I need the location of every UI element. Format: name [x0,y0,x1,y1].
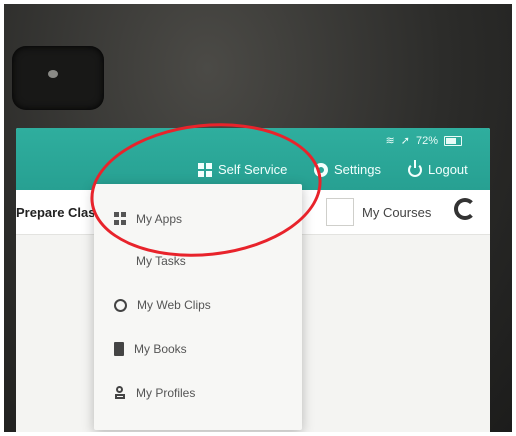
battery-percent: 72% [415,134,438,147]
device-photo: ≋ ➚ 72% Self Service Settings Logout Pre… [4,4,512,432]
menu-item-label: My Books [134,342,187,356]
prepare-class-tab[interactable]: Prepare Clas [16,205,96,220]
battery-icon [444,135,462,146]
location-icon: ➚ [400,135,410,147]
logout-button[interactable]: Logout [408,159,468,177]
menu-item-my-web-clips[interactable]: My Web Clips [114,298,211,312]
menu-item-my-profiles[interactable]: My Profiles [114,386,195,400]
settings-label: Settings [334,162,381,177]
logout-label: Logout [428,162,468,177]
my-courses-link[interactable]: My Courses [362,205,431,220]
profile-icon [114,386,126,400]
courses-checkbox[interactable] [326,198,354,226]
camera-housing [12,46,104,110]
menu-item-label: My Profiles [136,386,196,400]
globe-icon [114,298,127,312]
camera-lens [48,70,58,78]
wifi-icon: ≋ [385,135,395,147]
menu-item-my-books[interactable]: My Books [114,342,187,356]
settings-button[interactable]: Settings [314,162,381,177]
refresh-icon[interactable] [454,198,476,220]
power-icon [408,159,422,177]
menu-item-label: My Web Clips [137,298,211,312]
status-bar: ≋ ➚ 72% [386,134,462,147]
book-icon [114,342,124,356]
